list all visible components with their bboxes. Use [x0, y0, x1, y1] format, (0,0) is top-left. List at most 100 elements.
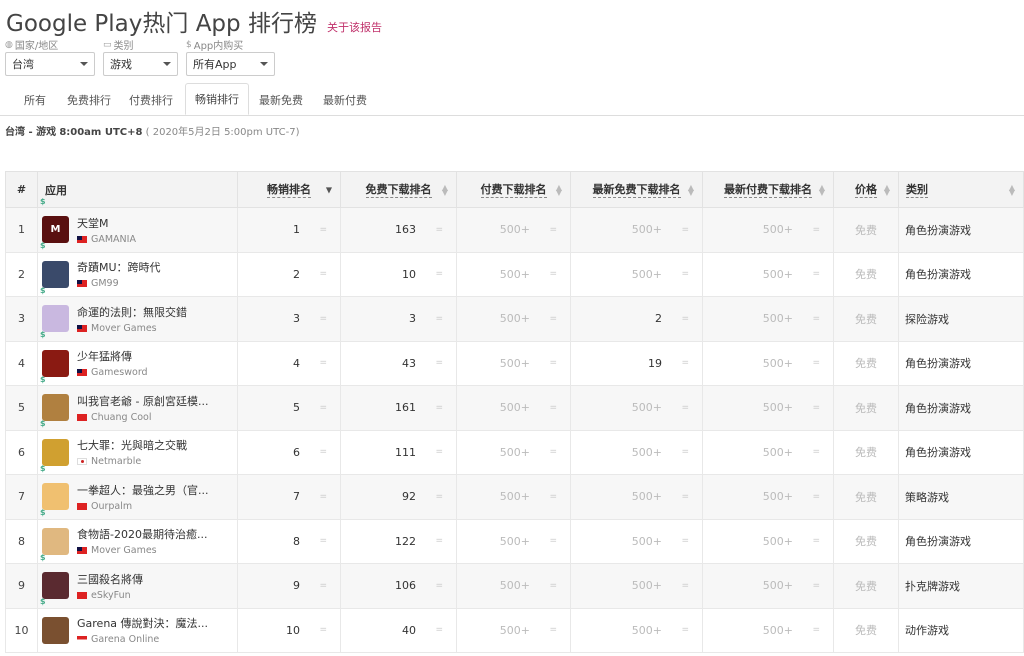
equal-change-icon: = — [681, 580, 689, 591]
developer-name: Garena Online — [91, 634, 160, 646]
app-icon[interactable] — [42, 394, 69, 422]
time-text: 8:00am UTC+8 — [59, 127, 143, 138]
free-rank-cell: 3 = — [340, 296, 457, 342]
new-free-rank-cell: 500+ = — [570, 474, 703, 520]
tab-grossing[interactable]: 畅销排行 — [185, 83, 249, 115]
grossing-rank-cell: 4 = — [237, 340, 341, 386]
sort-icon[interactable]: ▲ ▼ — [819, 183, 825, 196]
equal-change-icon: = — [681, 224, 689, 235]
price-cell: 免费 — [833, 385, 899, 431]
equal-change-icon: = — [812, 625, 820, 636]
new-free-rank-cell: 500+ = — [570, 385, 703, 431]
tab-new-free[interactable]: 最新免费 — [252, 85, 310, 114]
app-name-link[interactable]: 七大罪：光與暗之交戰 — [77, 437, 187, 453]
tab-new-paid[interactable]: 最新付费 — [316, 85, 374, 114]
free-rank-cell: 163 = — [340, 207, 457, 253]
country-flag-icon — [77, 413, 87, 421]
grossing-rank-cell: 1 = — [237, 207, 341, 253]
new-free-rank-cell: 19 = — [570, 340, 703, 386]
sort-icon[interactable]: ▲ ▼ — [1009, 183, 1015, 196]
col-header-price[interactable]: 价格 ▲ ▼ — [833, 171, 899, 208]
rank-cell: 10 — [5, 607, 38, 653]
table-row[interactable]: 7 $ 一拳超人：最強之男（官... Ourpalm 7 = 92 = 500+ = 500+ = 50… — [5, 464, 1024, 520]
app-name-link[interactable]: 三國殺名將傳 — [77, 571, 143, 587]
equal-change-icon: = — [549, 402, 557, 413]
free-rank-cell: 40 = — [340, 607, 457, 653]
app-icon[interactable] — [42, 483, 69, 511]
table-header-row: # 应用 畅销排名 ▼ 免费下载排名 ▲ ▼ 付费下载排名 ▲ ▼ 最新免费下载排名 ▲ ▼ … — [5, 171, 1024, 208]
folder-icon: ▭ — [103, 39, 112, 50]
grossing-rank-cell: 2 = — [237, 251, 341, 297]
table-row[interactable]: 8 $ 食物語-2020最期待治癒... Mover Games 8 = 122 = 500+ =… — [5, 508, 1024, 564]
sort-desc-icon[interactable]: ▼ — [326, 186, 332, 194]
table-row[interactable]: 6 $ 七大罪：光與暗之交戰 Netmarble 6 = 111 = 500+ = 500+ = 500… — [5, 419, 1024, 475]
tab-all[interactable]: 所有 — [12, 85, 58, 114]
equal-change-icon: = — [549, 491, 557, 502]
col-header-rank: # — [5, 171, 38, 208]
app-cell: $ 叫我官老爺 - 原創宮廷模... Chuang Cool — [37, 375, 238, 431]
app-icon[interactable] — [42, 616, 69, 644]
filter-bar: ◍ 国家/地区 台湾 ▭ 类别 游戏 $ App内购买 所有App — [5, 38, 275, 76]
equal-change-icon: = — [319, 224, 327, 235]
app-icon[interactable] — [42, 260, 69, 288]
equal-change-icon: = — [681, 447, 689, 458]
app-name-link[interactable]: 少年猛將傳 — [77, 348, 148, 364]
in-app-purchase-icon: $ — [40, 374, 46, 384]
app-icon[interactable] — [42, 349, 69, 377]
app-name-link[interactable]: 食物語-2020最期待治癒... — [77, 526, 207, 542]
app-icon[interactable]: M — [42, 216, 69, 244]
new-paid-rank-cell: 500+ = — [702, 563, 834, 609]
col-header-paid[interactable]: 付费下载排名 ▲ ▼ — [456, 171, 571, 208]
app-name-link[interactable]: 天堂M — [77, 215, 136, 231]
app-name-link[interactable]: 一拳超人：最強之男（官... — [77, 482, 209, 498]
app-name-link[interactable]: Garena 傳說對決：魔法... — [77, 615, 208, 631]
sort-icon[interactable]: ▲ ▼ — [442, 183, 448, 196]
col-header-new-paid[interactable]: 最新付费下载排名 ▲ ▼ — [702, 171, 834, 208]
app-name-link[interactable]: 奇蹟MU：跨時代 — [77, 259, 161, 275]
chart-tabs: 所有 免费排行 付费排行 畅销排行 最新免费 最新付费 — [0, 82, 1024, 116]
sort-icon[interactable]: ▲ ▼ — [884, 183, 890, 196]
table-row[interactable]: 2 $ 奇蹟MU：跨時代 GM99 2 = 10 = 500+ = 500+ = 500+ = 免费 角色扮演… — [5, 241, 1024, 297]
equal-change-icon: = — [812, 580, 820, 591]
sort-icon[interactable]: ▲ ▼ — [556, 183, 562, 196]
equal-change-icon: = — [812, 536, 820, 547]
country-select[interactable]: 台湾 — [5, 52, 95, 76]
free-rank-cell: 92 = — [340, 474, 457, 520]
app-icon[interactable] — [42, 305, 69, 333]
new-free-rank-cell: 500+ = — [570, 251, 703, 297]
new-free-rank-cell: 500+ = — [570, 207, 703, 253]
sort-icon[interactable]: ▲ ▼ — [688, 183, 694, 196]
col-header-category[interactable]: 类别 ▲ ▼ — [898, 171, 1024, 208]
free-rank-cell: 111 = — [340, 429, 457, 475]
table-row[interactable]: 1 $ M 天堂M GAMANIA 1 = 163 = 500+ = 500+ = 500+ = 免费 角色扮演… — [5, 197, 1024, 253]
iap-select[interactable]: 所有App — [186, 52, 275, 76]
app-icon[interactable] — [42, 572, 69, 600]
app-name-link[interactable]: 叫我官老爺 - 原創宮廷模... — [77, 393, 208, 409]
category-cell: 扑克牌游戏 — [898, 563, 1024, 609]
free-rank-cell: 122 = — [340, 518, 457, 564]
app-name-link[interactable]: 命運的法則：無限交錯 — [77, 304, 187, 320]
tab-paid[interactable]: 付费排行 — [122, 85, 180, 114]
new-free-rank-cell: 500+ = — [570, 429, 703, 475]
table-row[interactable]: 4 $ 少年猛將傳 Gamesword 4 = 43 = 500+ = 19 = 500+ = 免费 角色扮演… — [5, 330, 1024, 386]
category-select[interactable]: 游戏 — [103, 52, 178, 76]
col-header-free[interactable]: 免费下载排名 ▲ ▼ — [340, 171, 457, 208]
table-row[interactable]: 9 $ 三國殺名將傳 eSkyFun 9 = 106 = 500+ = 500+ = 500+ = 免费 扑克… — [5, 553, 1024, 609]
app-icon[interactable] — [42, 527, 69, 555]
paid-rank-cell: 500+ = — [456, 474, 571, 520]
col-header-grossing[interactable]: 畅销排名 ▼ — [237, 171, 341, 208]
table-row[interactable]: 5 $ 叫我官老爺 - 原創宮廷模... Chuang Cool 5 = 161 = 500+ =… — [5, 375, 1024, 431]
table-row[interactable]: 3 $ 命運的法則：無限交錯 Mover Games 3 = 3 = 500+ = 2 = 500+ = 免… — [5, 286, 1024, 342]
tab-free[interactable]: 免费排行 — [60, 85, 118, 114]
globe-icon: ◍ — [5, 39, 13, 50]
col-header-new-free[interactable]: 最新免费下载排名 ▲ ▼ — [570, 171, 703, 208]
country-flag-icon — [77, 458, 87, 466]
table-row[interactable]: 10 $ Garena 傳說對決：魔法... Garena Online 10 = 40 = 5… — [5, 597, 1024, 653]
equal-change-icon: = — [319, 625, 327, 636]
new-paid-rank-cell: 500+ = — [702, 607, 834, 653]
rank-cell: 7 — [5, 474, 38, 520]
about-report-link[interactable]: 关于该报告 — [327, 19, 382, 35]
app-icon[interactable] — [42, 438, 69, 466]
rank-cell: 6 — [5, 429, 38, 475]
equal-change-icon: = — [549, 580, 557, 591]
